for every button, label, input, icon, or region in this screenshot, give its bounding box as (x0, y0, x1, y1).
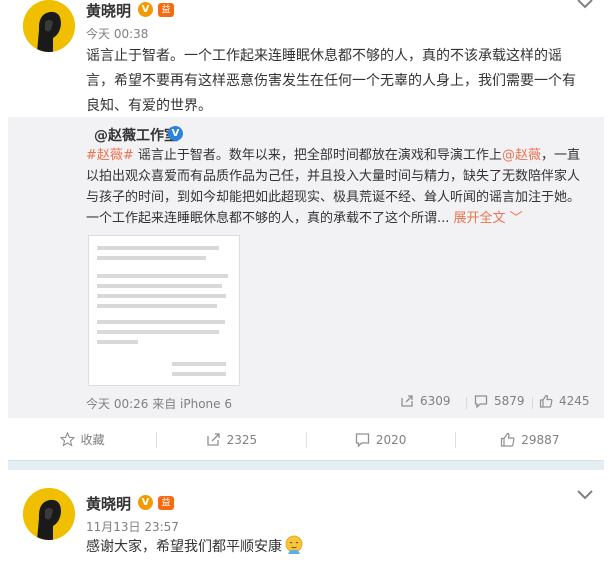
like-count: 4245 (559, 394, 590, 408)
repost-author[interactable]: @赵薇工作室 (94, 125, 178, 145)
like-button[interactable]: 29887 (456, 423, 604, 456)
repost-content: #赵薇# 谣言止于智者。数年以来，把全部时间都放在演戏和导演工作上@赵薇，一直以… (86, 145, 586, 229)
statement-image-thumbnail[interactable] (88, 235, 240, 386)
forward-count: 2325 (226, 432, 258, 447)
repost-like-count[interactable]: 4245 (539, 394, 590, 408)
post-action-bar: 收藏 2325 2020 29887 (8, 423, 604, 456)
comment-icon (355, 433, 369, 447)
forward-icon (401, 395, 413, 407)
repost-comment-count[interactable]: 5879 (474, 394, 525, 408)
mention-link[interactable]: @赵薇 (502, 148, 541, 163)
post-content: 感谢大家，希望我们都平顺安康 (86, 535, 586, 560)
post-content-line: 谣言止于智者。一个工作起来连睡眠休息都不够的人，真的不该承载这样的谣 (86, 48, 562, 64)
chevron-down-icon[interactable] (576, 489, 594, 501)
feed-divider (8, 460, 604, 470)
avatar[interactable] (23, 0, 75, 52)
post-timestamp[interactable]: 今天 00:38 (86, 25, 148, 42)
comment-count: 5879 (494, 394, 525, 408)
repost-forward-count[interactable]: 6309 (400, 394, 451, 408)
avatar[interactable] (23, 488, 75, 540)
post-timestamp[interactable]: 11月13日 23:57 (86, 518, 179, 535)
forward-button[interactable]: 2325 (157, 423, 305, 456)
statement-image-text (97, 246, 233, 382)
post-content-line: 言，希望不要再有这样恶意伤害发生在任何一个无辜的人身上，我们需要一个有 (86, 73, 576, 89)
expand-full-text-link[interactable]: 展开全文 ﹀ (454, 211, 523, 226)
verified-badge: V (168, 126, 183, 141)
hashtag-link[interactable]: #赵薇# (86, 148, 134, 163)
post-content-text: 感谢大家，希望我们都平顺安康 (86, 539, 282, 555)
vip-badge: 益 (158, 496, 174, 510)
like-count: 29887 (521, 432, 560, 447)
verified-badge: V (138, 2, 153, 17)
comment-count: 2020 (375, 432, 407, 447)
weibo-post: 黄晓明 V 益 11月13日 23:57 感谢大家，希望我们都平顺安康 (0, 470, 612, 579)
post-author[interactable]: 黄晓明 (86, 0, 131, 21)
repost-text-segment: 谣言止于智者。数年以来，把全部时间都放在演戏和导演工作上 (133, 148, 502, 163)
praying-face-emoji-icon (285, 535, 303, 554)
post-author[interactable]: 黄晓明 (86, 493, 131, 514)
repost-timestamp-source[interactable]: 今天 00:26 来自 iPhone 6 (86, 395, 232, 412)
comment-button[interactable]: 2020 (307, 423, 455, 456)
post-content: 谣言止于智者。一个工作起来连睡眠休息都不够的人，真的不该承载这样的谣 言，希望不… (86, 44, 596, 119)
vip-badge: 益 (158, 3, 174, 17)
like-icon (501, 432, 515, 447)
favorite-label: 收藏 (80, 433, 105, 447)
verified-badge: V (138, 495, 153, 510)
forward-count: 6309 (420, 394, 451, 408)
like-icon (539, 394, 553, 408)
star-icon (59, 432, 75, 447)
favorite-button[interactable]: 收藏 (8, 423, 156, 456)
reposted-weibo: @赵薇工作室 V #赵薇# 谣言止于智者。数年以来，把全部时间都放在演戏和导演工… (8, 117, 604, 418)
post-content-line: 良知、有爱的世界。 (86, 98, 212, 114)
comment-icon (474, 395, 488, 408)
weibo-post: 黄晓明 V 益 今天 00:38 谣言止于智者。一个工作起来连睡眠休息都不够的人… (0, 0, 612, 460)
chevron-down-icon[interactable] (576, 0, 594, 10)
forward-icon (206, 433, 220, 446)
